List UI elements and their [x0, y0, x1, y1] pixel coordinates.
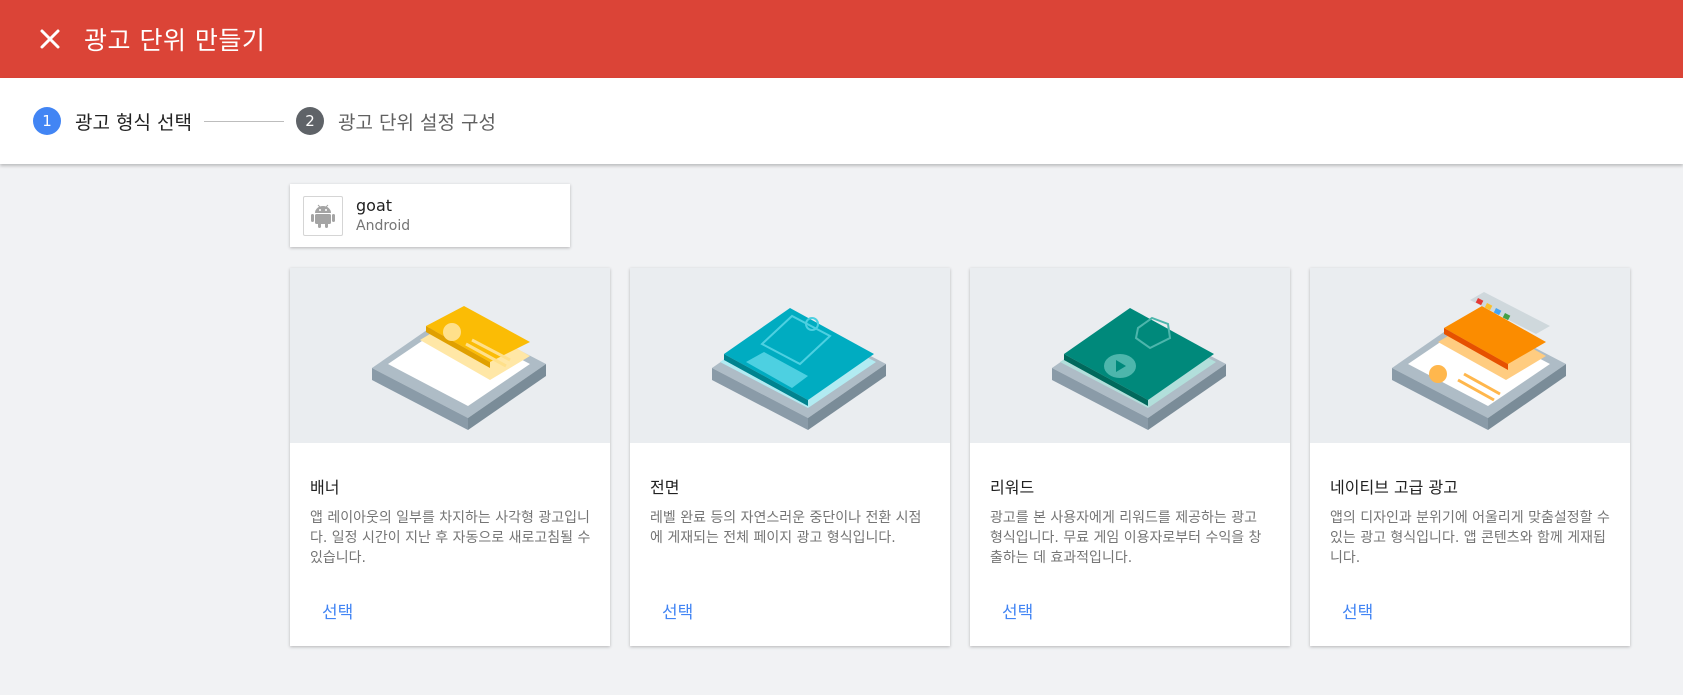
step-2-label: 광고 단위 설정 구성 — [337, 111, 496, 134]
card-description: 광고를 본 사용자에게 리워드를 제공하는 광고 형식입니다. 무료 게임 이용… — [990, 510, 1262, 566]
app-name: goat — [356, 195, 393, 215]
card-title: 네이티브 고급 광고 — [1330, 478, 1458, 497]
step-1[interactable]: 1 광고 형식 선택 — [33, 107, 192, 135]
native-illustration — [1310, 268, 1630, 443]
app-bar: 광고 단위 만들기 — [0, 0, 1683, 78]
page-title: 광고 단위 만들기 — [84, 26, 266, 55]
step-1-number: 1 — [33, 107, 61, 135]
card-title: 전면 — [650, 478, 680, 497]
step-2-number: 2 — [295, 107, 324, 135]
card-interstitial: 전면 레벨 완료 등의 자연스러운 중단이나 전환 시점에 게재되는 전체 페이… — [630, 268, 950, 646]
select-rewarded-button[interactable]: 선택 — [1002, 598, 1033, 623]
interstitial-illustration — [630, 268, 950, 443]
card-banner: 배너 앱 레이아웃의 일부를 차지하는 사각형 광고입니다. 일정 시간이 지난… — [290, 268, 610, 646]
select-interstitial-button[interactable]: 선택 — [662, 598, 693, 623]
android-icon — [303, 195, 343, 236]
banner-illustration — [290, 268, 610, 443]
card-description: 앱 레이아웃의 일부를 차지하는 사각형 광고입니다. 일정 시간이 지난 후 … — [310, 510, 591, 566]
step-2[interactable]: 2 광고 단위 설정 구성 — [295, 107, 496, 135]
card-rewarded: 리워드 광고를 본 사용자에게 리워드를 제공하는 광고 형식입니다. 무료 게… — [970, 268, 1290, 646]
step-connector — [203, 120, 284, 122]
card-description: 레벨 완료 등의 자연스러운 중단이나 전환 시점에 게재되는 전체 페이지 광… — [650, 510, 922, 546]
app-chip: goat Android — [290, 184, 570, 247]
app-platform: Android — [356, 217, 411, 234]
rewarded-illustration — [970, 268, 1290, 443]
card-title: 리워드 — [990, 478, 1035, 497]
card-native: 네이티브 고급 광고 앱의 디자인과 분위기에 어울리게 맞춤설정할 수 있는 … — [1310, 268, 1630, 646]
close-icon — [40, 29, 60, 49]
ad-format-cards: 배너 앱 레이아웃의 일부를 차지하는 사각형 광고입니다. 일정 시간이 지난… — [290, 268, 1630, 646]
stepper: 1 광고 형식 선택 2 광고 단위 설정 구성 — [0, 78, 1683, 164]
select-native-button[interactable]: 선택 — [1342, 598, 1373, 623]
close-button[interactable] — [32, 21, 68, 57]
card-description: 앱의 디자인과 분위기에 어울리게 맞춤설정할 수 있는 광고 형식입니다. 앱… — [1330, 510, 1610, 566]
select-banner-button[interactable]: 선택 — [322, 598, 353, 623]
step-1-label: 광고 형식 선택 — [75, 111, 192, 134]
card-title: 배너 — [310, 478, 340, 497]
